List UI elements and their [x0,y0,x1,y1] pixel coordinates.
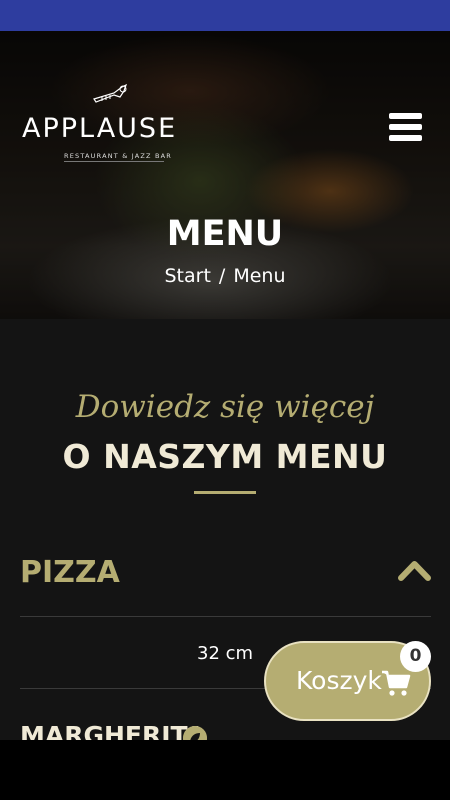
page-title: MENU [166,214,284,254]
breadcrumb-separator: / [218,265,226,287]
breadcrumb-current: Menu [233,265,286,287]
size-column-label: 32 cm [197,643,254,664]
section-title: O NASZYM MENU [62,437,388,476]
brand-tagline: RESTAURANT & JAZZ BAR [64,152,172,160]
title-divider [194,491,256,494]
status-bar [0,0,450,31]
section-subtitle: Dowiedz się więcej [75,389,375,425]
breadcrumb-start-link[interactable]: Start [165,265,211,287]
chevron-up-icon[interactable] [398,559,431,581]
menu-item-name[interactable]: MARGHERITA [20,721,205,740]
category-accordion-pizza[interactable]: PIZZA [20,555,431,615]
trumpet-logo-icon [93,83,128,103]
category-name: PIZZA [20,555,120,590]
breadcrumb: Start / Menu [0,265,450,287]
hero-banner: APPLAUSE RESTAURANT & JAZZ BAR MENU Star… [0,31,450,319]
brand-divider [64,161,164,162]
shopping-cart-icon [382,670,411,696]
divider [20,616,431,617]
cart-count-badge: 0 [400,641,431,672]
brand-name: APPLAUSE [22,113,178,144]
hamburger-menu-icon[interactable] [389,113,422,141]
navigation-bar [0,740,450,800]
cart-label: Koszyk [296,666,382,695]
